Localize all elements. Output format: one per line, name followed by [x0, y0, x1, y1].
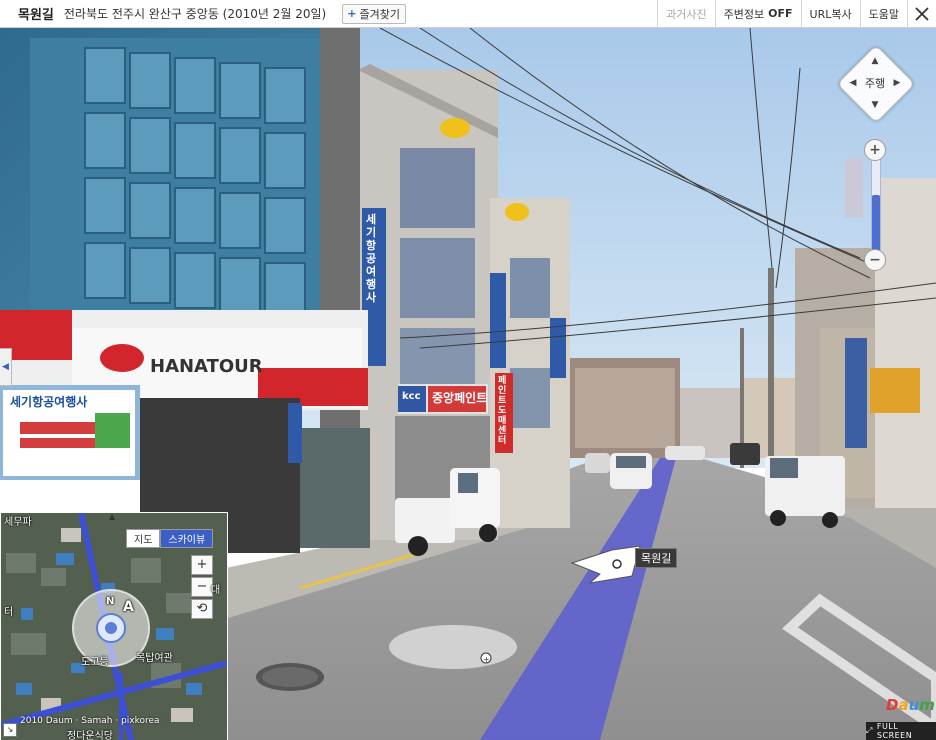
tab-map[interactable]: 지도 — [126, 529, 161, 548]
minimap-zoom-in-button[interactable]: + — [191, 555, 213, 575]
zoom-slider[interactable]: + − — [863, 136, 889, 276]
north-label: N — [106, 596, 115, 607]
help-button[interactable]: 도움말 — [859, 0, 907, 27]
vertical-travel-sign: 세기항공여행사 — [366, 213, 377, 304]
side-panel-toggle[interactable]: ◀ — [0, 348, 12, 386]
minimap-copyright: 2010 Daum · Samah · pixkorea — [20, 716, 160, 726]
place-name: 목원길 — [18, 8, 54, 23]
collapse-icon[interactable]: ▲ — [109, 513, 115, 521]
favorite-button[interactable]: + 즐겨찾기 — [342, 3, 406, 24]
close-icon — [915, 6, 929, 21]
minimap-resize-icon[interactable]: ↘ — [3, 723, 17, 737]
address-text: 전라북도 전주시 완산구 중앙동 (2010년 2월 20일) — [63, 7, 327, 21]
minimap-view-toggle: 지도 스카이뷰 — [126, 529, 214, 548]
tab-skyview[interactable]: 스카이뷰 — [160, 529, 214, 548]
paint-store-sign: 중앙페인트 — [432, 391, 488, 405]
plus-icon: + — [347, 7, 357, 20]
header-bar: 목원길 전라북도 전주시 완산구 중앙동 (2010년 2월 20일) + 즐겨… — [0, 0, 936, 28]
zoom-in-button[interactable]: + — [864, 139, 886, 161]
kcc-sign: kcc — [402, 391, 421, 402]
nearby-label: 주변정보 — [723, 7, 765, 21]
navigation-control: ▲ ▼ ◀ ▶ 주행 — [835, 43, 916, 124]
map-label-left: 터 — [4, 607, 14, 618]
favorite-label: 즐겨찾기 — [359, 7, 400, 21]
map-label-bottom: 정다운식당 — [67, 731, 113, 740]
hanatour-sign: HANATOUR — [150, 356, 263, 377]
map-label-top: 세무파 — [4, 517, 32, 528]
travel-agency-sign: 세기항공여행사 — [10, 395, 88, 409]
map-label-school: 도고등 — [81, 657, 109, 668]
map-label-inn: 목탑여관 — [136, 653, 173, 664]
daum-logo: Daum — [886, 696, 935, 714]
fullscreen-button[interactable]: ⤢ FULL SCREEN — [866, 722, 936, 740]
drive-mode-button[interactable]: 주행 — [857, 75, 893, 91]
top-toolbar: 과거사진 주변정보 OFF URL복사 도움말 — [657, 0, 936, 28]
chevron-left-icon: ◀ — [2, 362, 9, 372]
street-panorama[interactable]: + HANATOUR 세기항공여행사 kcc 중앙페인트 세기항공여행사 페인트… — [0, 28, 936, 740]
past-photos-button[interactable]: 과거사진 — [657, 0, 714, 27]
street-name-label: 목원길 — [635, 548, 678, 568]
car-center — [610, 453, 652, 489]
map-label-right: 대 — [211, 585, 221, 596]
nearby-state: OFF — [768, 7, 793, 20]
roadview-app: 목원길 전라북도 전주시 완산구 중앙동 (2010년 2월 20일) + 즐겨… — [0, 0, 936, 740]
fullscreen-label: FULL SCREEN — [876, 722, 913, 740]
chevron-down-icon[interactable]: ▼ — [869, 100, 881, 110]
compass-letter: A — [123, 599, 134, 615]
minimap-zoom-out-button[interactable]: − — [191, 577, 213, 597]
url-copy-button[interactable]: URL복사 — [800, 0, 860, 27]
nearby-info-toggle[interactable]: 주변정보 OFF — [714, 0, 801, 27]
svg-text:+: + — [483, 655, 490, 664]
minimap[interactable]: ▲ 지도 스카이뷰 + − ⟲ N A 세무파 터 도고등 목탑여관 정다운식당… — [0, 512, 228, 740]
close-button[interactable] — [907, 0, 936, 27]
zoom-out-button[interactable]: − — [864, 249, 886, 271]
chevron-up-icon[interactable]: ▲ — [869, 56, 881, 66]
rotate-icon[interactable]: ⟲ — [191, 599, 213, 619]
paint-vertical-sign: 페인트도매센터 — [498, 376, 507, 446]
fullscreen-icon: ⤢ — [866, 726, 873, 735]
